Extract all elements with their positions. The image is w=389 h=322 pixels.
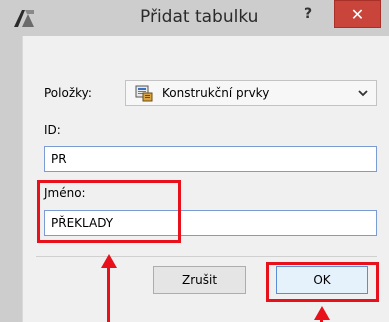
name-field-highlight [37, 180, 181, 243]
cancel-button[interactable]: Zrušit [153, 266, 246, 294]
help-button[interactable]: ? [297, 3, 319, 25]
id-label: ID: [44, 123, 61, 137]
chevron-down-icon [358, 90, 368, 97]
id-input[interactable]: PR [44, 146, 377, 172]
close-icon: ✕ [350, 5, 365, 24]
items-label: Položky: [44, 86, 92, 100]
dialog-title: Přidat tabulku [140, 7, 259, 27]
items-dropdown[interactable]: Konstrukční prvky [125, 80, 377, 106]
app-logo-icon [14, 10, 34, 27]
button-separator [36, 256, 377, 257]
ok-button-highlight [266, 262, 379, 302]
items-dropdown-value: Konstrukční prvky [162, 86, 270, 100]
window-frame-left [0, 36, 22, 322]
add-table-dialog: Přidat tabulku ? ✕ Položky: Konstrukční … [0, 0, 389, 322]
title-bar: Přidat tabulku ? ✕ [0, 0, 389, 37]
annotation-arrow-name-shaft [107, 266, 110, 322]
annotation-arrow-ok-shaft [320, 318, 323, 322]
close-button[interactable]: ✕ [334, 0, 381, 28]
construction-elements-icon [135, 85, 153, 102]
